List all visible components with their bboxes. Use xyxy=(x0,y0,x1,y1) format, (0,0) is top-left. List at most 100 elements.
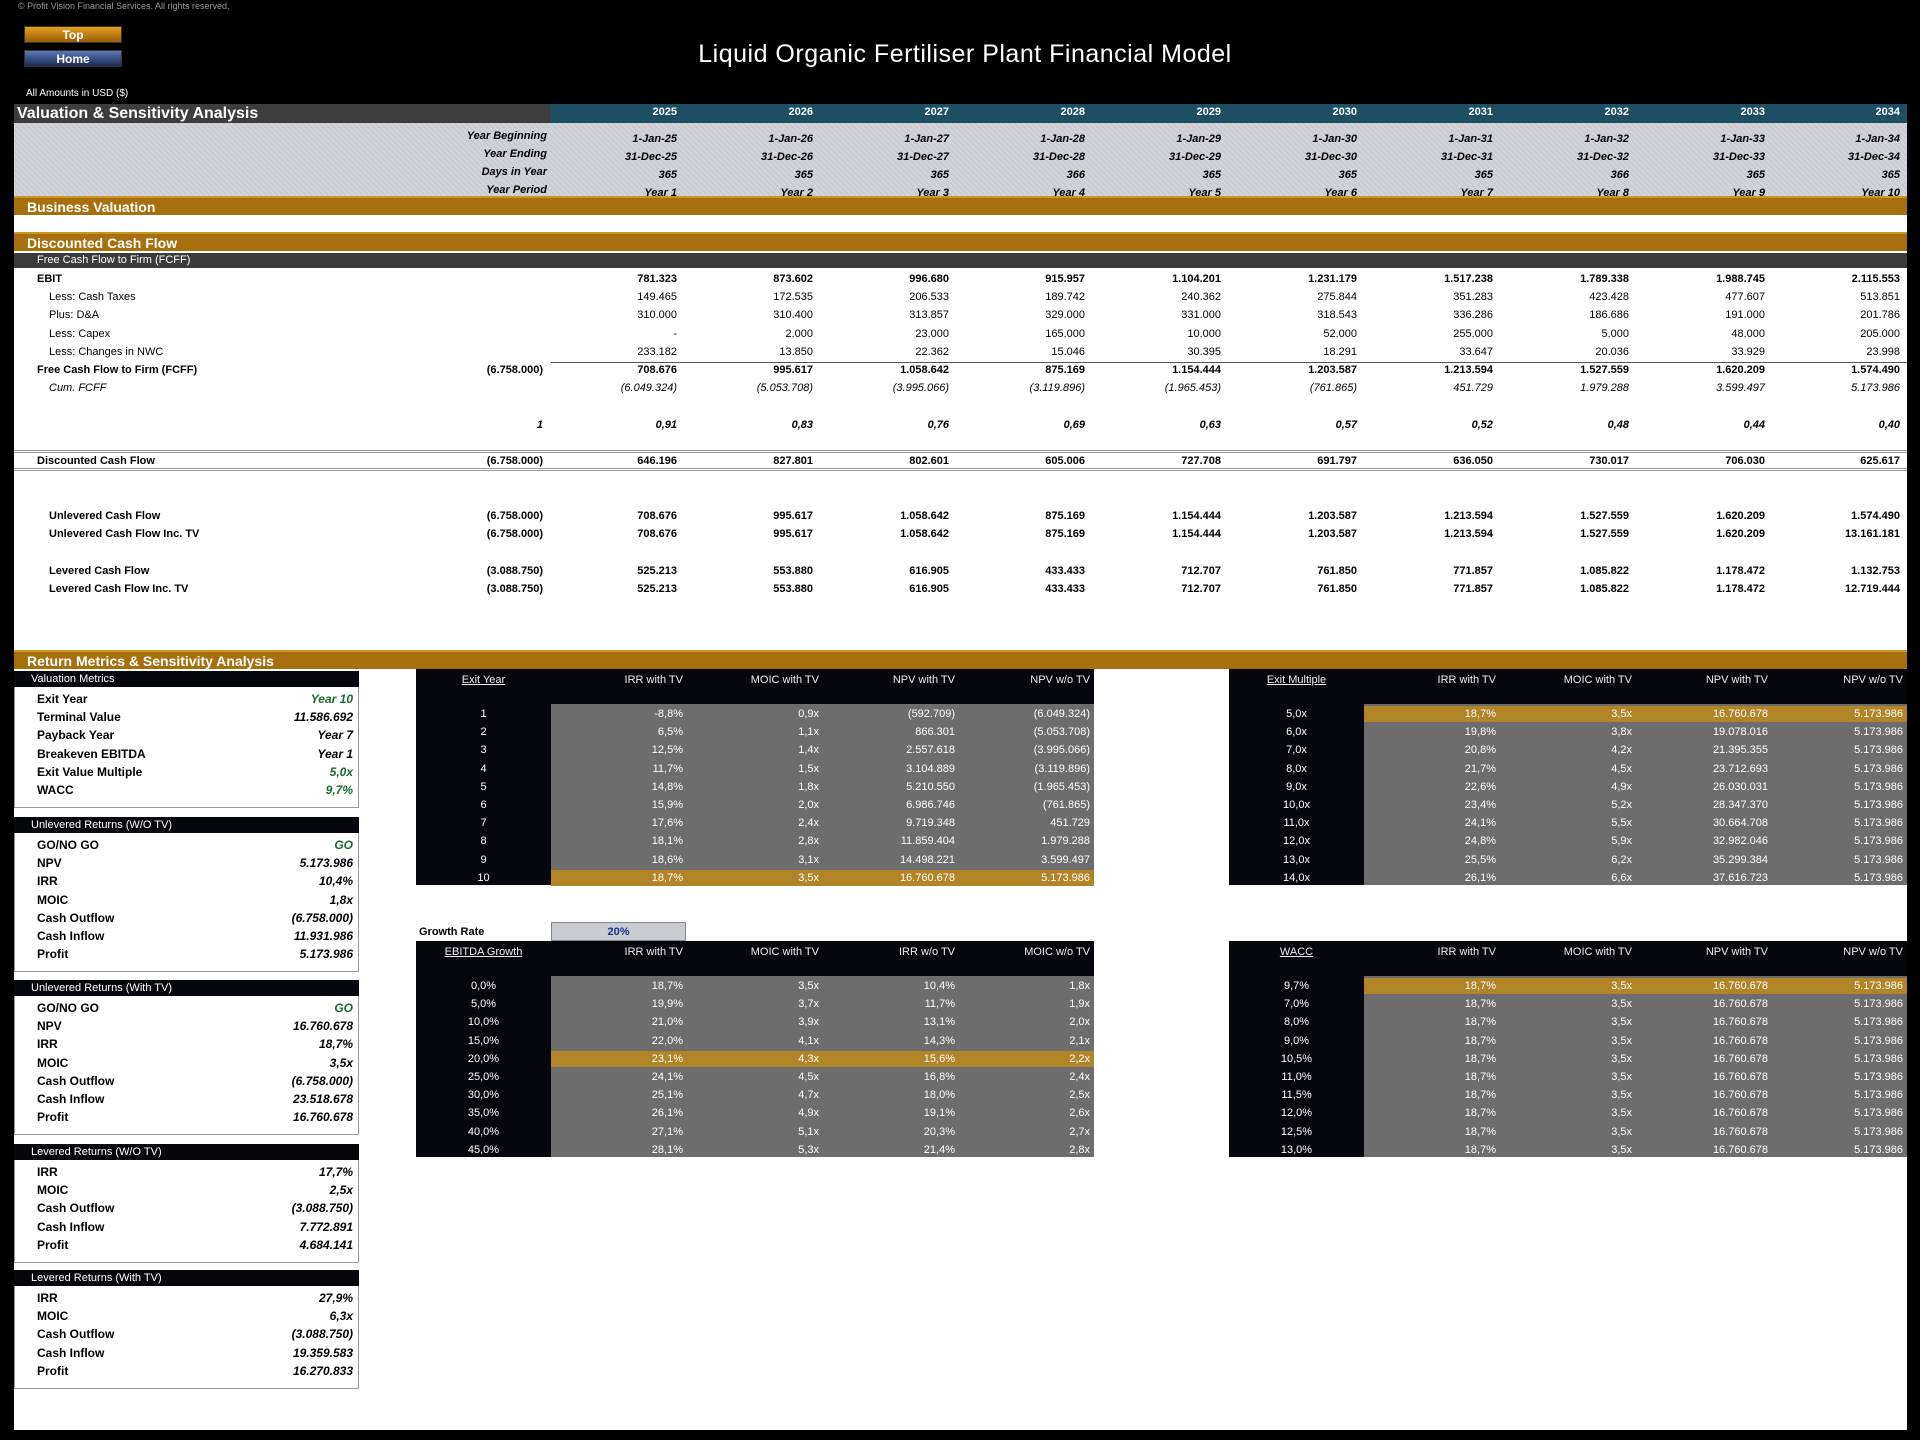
metric-value: (6.758.000) xyxy=(291,1073,353,1088)
row-value: 23.998 xyxy=(1866,346,1900,358)
metric-value: 5.173.986 xyxy=(299,947,353,962)
sensitivity-cell: 3,5x xyxy=(1611,980,1632,992)
row-value: 0,83 xyxy=(791,419,813,431)
sensitivity-row-key: 1 xyxy=(480,708,487,720)
row-value: 616.905 xyxy=(909,565,949,577)
timeline-value: 365 xyxy=(1474,169,1493,181)
row-value: 1.085.822 xyxy=(1580,565,1629,577)
metric-label: IRR xyxy=(37,1037,58,1052)
timeline-label: Year Beginning xyxy=(466,130,547,142)
copyright-text: © Profit Vision Financial Services. All … xyxy=(18,1,230,11)
row-value: 995.617 xyxy=(773,528,813,540)
row-value: 165.000 xyxy=(1045,328,1085,340)
sensitivity-cell: 26,1% xyxy=(651,1107,683,1120)
row-value: 329.000 xyxy=(1045,309,1085,321)
timeline-value: 366 xyxy=(1066,169,1085,181)
sensitivity-row-key: 7,0% xyxy=(1283,998,1310,1011)
metric-value: (6.758.000) xyxy=(291,910,353,925)
row-value: 625.617 xyxy=(1860,455,1900,467)
metric-label: Profit xyxy=(37,1363,69,1378)
row-value: 2.115.553 xyxy=(1851,273,1900,285)
dcf-top-border xyxy=(14,450,1907,453)
sensitivity-cell: 21,7% xyxy=(1464,762,1496,775)
row-value: 1.104.201 xyxy=(1172,273,1221,285)
row-value: 513.851 xyxy=(1860,291,1900,303)
timeline-value: 1-Jan-27 xyxy=(904,133,949,145)
metric-value: 7.772.891 xyxy=(299,1219,353,1234)
year-header: 2026 xyxy=(788,106,813,118)
row-value: 423.428 xyxy=(1589,291,1629,303)
year-header: 2031 xyxy=(1468,106,1493,118)
timeline-value: 1-Jan-29 xyxy=(1176,133,1221,145)
initial-value: (3.088.750) xyxy=(486,565,543,577)
sensitivity-cell: 11.859.404 xyxy=(900,835,955,848)
total-underline xyxy=(551,362,1907,363)
sensitivity-row-key: 9,7% xyxy=(1283,980,1310,992)
sensitivity-cell: 2,8x xyxy=(798,835,819,848)
row-value: - xyxy=(673,328,677,340)
sensitivity-cell: 16.760.678 xyxy=(1712,1071,1768,1083)
timeline-label: Year Ending xyxy=(483,148,547,160)
sensitivity-cell: 5.173.986 xyxy=(1854,871,1903,884)
sensitivity-cell: 2,0x xyxy=(798,799,819,811)
sensitivity-cell: 18,7% xyxy=(1464,1052,1496,1065)
sensitivity-cell: 15,9% xyxy=(651,799,683,811)
row-value: 712.707 xyxy=(1181,565,1221,577)
dcf-bottom-border xyxy=(14,468,1907,471)
sensitivity-cell: 32.982.046 xyxy=(1712,835,1768,848)
row-value: 206.533 xyxy=(909,291,949,303)
initial-value: (3.088.750) xyxy=(486,583,543,595)
sensitivity-cell: 5,5x xyxy=(1611,817,1632,830)
sensitivity-row-key: 13,0x xyxy=(1283,853,1310,866)
row-label: Less: Changes in NWC xyxy=(49,346,164,358)
timeline-value: Year 9 xyxy=(1732,187,1765,199)
sensitivity-row-key: 5 xyxy=(480,780,487,793)
panel-header: Unlevered Returns (With TV) xyxy=(14,980,359,996)
row-value: 761.850 xyxy=(1317,583,1357,595)
row-value: 708.676 xyxy=(637,510,677,522)
metric-value: (3.088.750) xyxy=(291,1327,353,1342)
sensitivity-cell: 22,0% xyxy=(651,1034,683,1047)
metric-value: Year 7 xyxy=(317,728,353,743)
sensitivity-cell: 3,5x xyxy=(1611,1034,1632,1047)
sensitivity-cell: 21,0% xyxy=(651,1016,683,1029)
growth-rate-input[interactable]: 20% xyxy=(551,922,686,941)
sensitivity-cell: 3,5x xyxy=(1611,1107,1632,1120)
row-label: Unlevered Cash Flow Inc. TV xyxy=(49,528,200,540)
timeline-value: 1-Jan-32 xyxy=(1584,133,1629,145)
column-header: NPV with TV xyxy=(1705,674,1768,686)
row-label: Plus: D&A xyxy=(49,309,100,321)
timeline-label: Days in Year xyxy=(481,166,547,178)
timeline-value: 365 xyxy=(1746,169,1765,181)
metric-label: IRR xyxy=(37,1291,58,1305)
row-value: 691.797 xyxy=(1317,455,1357,467)
row-label: Less: Capex xyxy=(49,328,111,340)
sensitivity-cell: 18,7% xyxy=(1464,708,1496,720)
metric-value: 27,9% xyxy=(318,1291,353,1305)
column-header: Exit Year xyxy=(461,674,506,686)
sensitivity-cell: 451.729 xyxy=(1050,817,1090,830)
sensitivity-cell: 28,1% xyxy=(651,1143,683,1156)
row-value: 1.620.209 xyxy=(1716,528,1765,540)
metric-label: IRR xyxy=(37,874,58,889)
sensitivity-cell: 14,8% xyxy=(651,780,683,793)
row-value: 3.599.497 xyxy=(1716,382,1765,394)
column-header: IRR with TV xyxy=(1437,674,1496,686)
sensitivity-cell: 3,1x xyxy=(798,853,819,866)
row-value: 708.676 xyxy=(637,528,677,540)
sensitivity-cell: 5,3x xyxy=(798,1143,819,1156)
row-label: Levered Cash Flow xyxy=(49,565,150,577)
sensitivity-cell: 16.760.678 xyxy=(1712,1143,1768,1156)
sensitivity-cell: 5.173.986 xyxy=(1854,980,1903,992)
sensitivity-cell: (592.709) xyxy=(907,708,955,720)
sensitivity-cell: 15,6% xyxy=(923,1052,955,1065)
exit-multiple-sensitivity-table: Exit Multiple IRR with TV MOIC with TV NPV … xyxy=(1229,669,1907,885)
row-value: 1.231.179 xyxy=(1308,273,1357,285)
row-value: 1.178.472 xyxy=(1716,565,1765,577)
row-value: 0,76 xyxy=(927,419,949,431)
metric-label: Cash Inflow xyxy=(37,929,105,943)
metric-value: Year 10 xyxy=(310,692,353,706)
sensitivity-cell: 3,8x xyxy=(1611,726,1632,739)
sensitivity-row-key: 35,0% xyxy=(467,1107,500,1120)
row-value: 706.030 xyxy=(1725,455,1765,467)
